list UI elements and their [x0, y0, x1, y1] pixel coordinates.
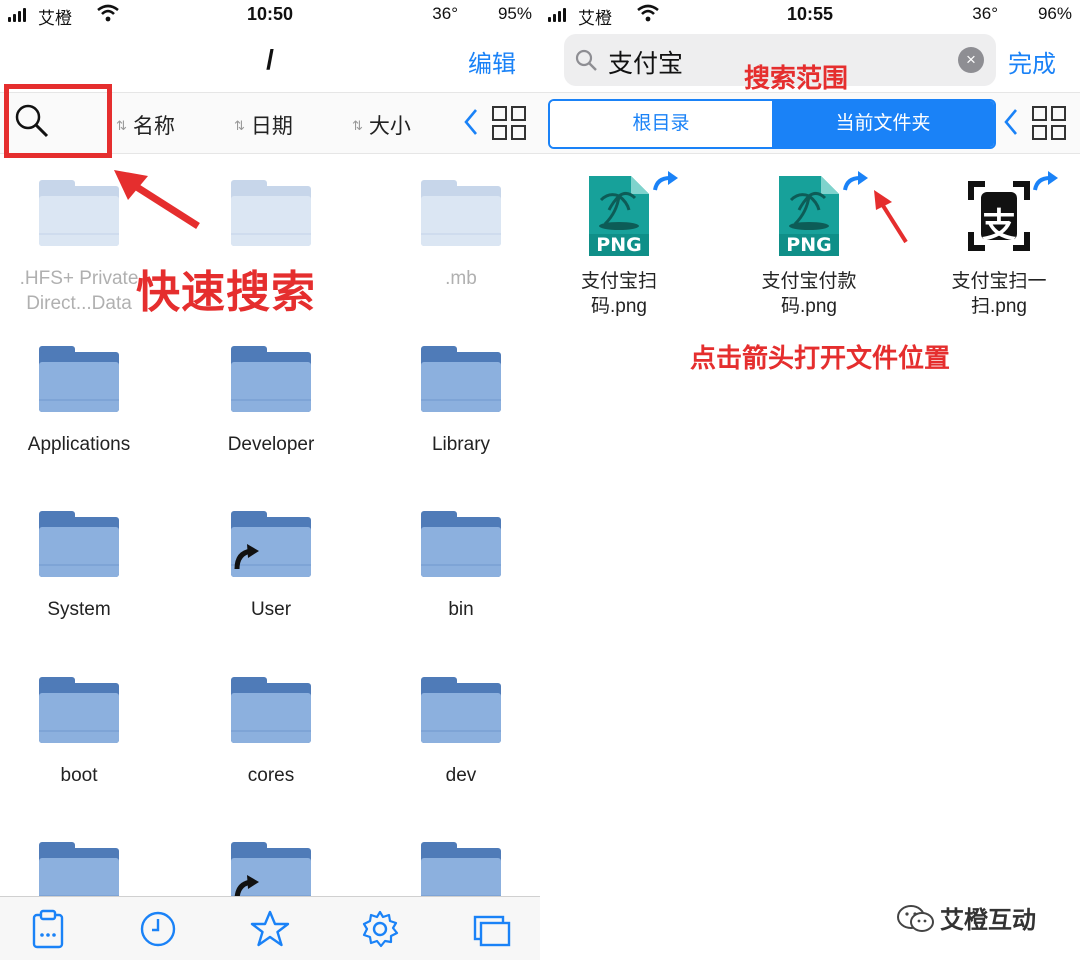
- folder-icon: [231, 346, 311, 412]
- folder-item[interactable]: System: [0, 511, 164, 622]
- folder-label: cores: [247, 765, 295, 786]
- clipboard-icon[interactable]: [28, 909, 68, 949]
- folder-icon: [39, 346, 119, 412]
- alias-arrow-icon: [234, 544, 259, 570]
- status-temperature: 36°: [972, 4, 998, 23]
- search-query: 支付宝: [608, 50, 684, 78]
- grid-view-icon[interactable]: [492, 106, 526, 140]
- sort-arrows-icon: ⇅: [116, 118, 127, 133]
- folder-item[interactable]: boot: [0, 677, 164, 788]
- folder-icon: [231, 677, 311, 743]
- status-bar: 艾橙 10:50 36° 95%: [0, 0, 540, 30]
- open-location-share-icon[interactable]: [1032, 170, 1060, 192]
- clear-search-icon[interactable]: ×: [958, 47, 984, 73]
- folder-icon: [39, 677, 119, 743]
- folder-icon: [39, 511, 119, 577]
- watermark-text: 艾橙互动: [940, 907, 1036, 934]
- folder-item[interactable]: cores: [186, 677, 356, 788]
- page-title: /: [266, 44, 274, 75]
- status-time: 10:50: [246, 4, 294, 24]
- folder-label: bin: [448, 599, 474, 620]
- folder-item[interactable]: Developer: [186, 346, 356, 457]
- file-label: 支付宝扫一 扫.png: [951, 271, 1047, 317]
- file-label: 支付宝付款 码.png: [761, 271, 857, 317]
- file-browser-pane: 艾橙 10:50 36° 95% / 编辑 ⇅ 名称 ⇅ 日期 ⇅ 大小 .HFS+ …: [0, 0, 540, 960]
- folder-label: boot: [60, 765, 98, 786]
- battery-percent: 96%: [1037, 4, 1072, 23]
- gear-icon[interactable]: [360, 909, 400, 949]
- sort-by-name-button[interactable]: ⇅ 名称: [116, 110, 175, 140]
- annotation-arrow-icon: [114, 170, 200, 229]
- search-icon: [575, 49, 597, 71]
- tab-bar: [0, 896, 540, 960]
- sort-arrows-icon: ⇅: [352, 118, 363, 133]
- search-scope-annotation: 搜索范围: [744, 64, 849, 94]
- folder-icon: [421, 180, 501, 246]
- folder-icon: [421, 677, 501, 743]
- file-label: 支付宝扫 码.png: [580, 271, 657, 317]
- folder-item[interactable]: [186, 180, 356, 266]
- wechat-logo-icon: [897, 905, 934, 932]
- folder-item[interactable]: .mb: [376, 180, 540, 291]
- chevron-left-icon[interactable]: [1002, 107, 1020, 137]
- file-type-badge: 支: [982, 206, 1016, 246]
- status-time: 10:55: [786, 4, 834, 24]
- sort-arrows-icon: ⇅: [234, 118, 245, 133]
- chevron-left-icon[interactable]: [462, 107, 480, 137]
- folder-item[interactable]: Applications: [0, 346, 164, 457]
- windows-icon[interactable]: [472, 909, 512, 949]
- folder-item[interactable]: Library: [376, 346, 540, 457]
- folder-item[interactable]: dev: [376, 677, 540, 788]
- battery-percent: 95%: [497, 4, 532, 23]
- folder-label: dev: [445, 765, 477, 786]
- quick-search-annotation: 快速搜索: [136, 267, 316, 318]
- search-scope-toolbar: 根目录 当前文件夹: [540, 92, 1080, 154]
- open-location-share-icon[interactable]: [842, 170, 870, 192]
- grid-view-icon[interactable]: [1032, 106, 1066, 140]
- clock-icon[interactable]: [138, 909, 178, 949]
- folder-item[interactable]: bin: [376, 511, 540, 622]
- folder-label: User: [250, 599, 292, 620]
- search-result-item[interactable]: PNG 支付宝扫 码.png: [540, 171, 704, 319]
- done-button[interactable]: 完成: [1008, 44, 1056, 79]
- search-scope-segmented-control: 根目录 当前文件夹: [548, 99, 996, 149]
- open-location-share-icon[interactable]: [652, 170, 680, 192]
- edit-button[interactable]: 编辑: [468, 44, 516, 79]
- folder-item[interactable]: User: [186, 511, 356, 622]
- folder-icon: [231, 180, 311, 246]
- folder-label: Library: [431, 434, 491, 455]
- sort-by-size-button[interactable]: ⇅ 大小: [352, 110, 411, 140]
- scope-root-tab[interactable]: 根目录: [550, 101, 772, 147]
- folder-icon: [421, 511, 501, 577]
- star-icon[interactable]: [250, 909, 290, 949]
- folder-icon: [421, 346, 501, 412]
- folder-label: System: [47, 599, 111, 620]
- file-type-badge: PNG: [596, 234, 642, 256]
- scope-current-folder-tab[interactable]: 当前文件夹: [772, 101, 994, 147]
- folder-label: Applications: [27, 434, 131, 455]
- search-result-item[interactable]: 支支付宝扫一 扫.png: [914, 171, 1080, 319]
- status-temperature: 36°: [432, 4, 458, 23]
- annotation-arrow-icon: [874, 190, 908, 244]
- open-location-annotation: 点击箭头打开文件位置: [690, 344, 951, 374]
- quick-search-highlight: [4, 84, 112, 158]
- search-results-pane: 艾橙 10:55 36° 96% 支付宝 × 完成 根目录 当前文件夹 PNG 支…: [540, 0, 1080, 960]
- folder-label: Developer: [227, 434, 315, 455]
- folder-icon: [231, 511, 311, 577]
- status-bar: 艾橙 10:55 36° 96%: [540, 0, 1080, 30]
- folder-icon: [39, 180, 119, 246]
- folder-label: .mb: [445, 268, 477, 289]
- sort-by-date-button[interactable]: ⇅ 日期: [234, 110, 293, 140]
